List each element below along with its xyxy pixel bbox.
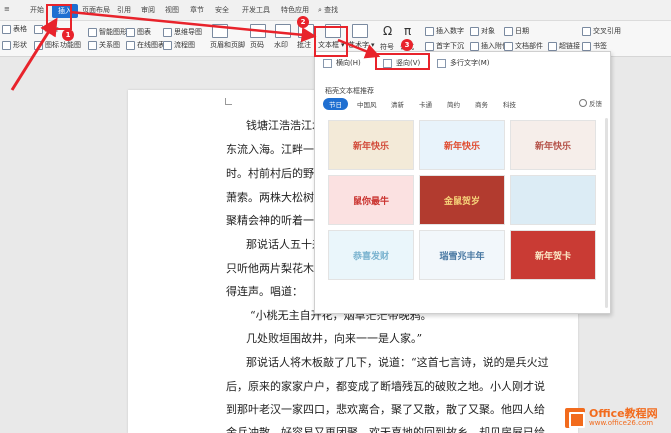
highlight-vertical-option [375, 53, 430, 70]
watermark-url: www.office26.com [589, 419, 654, 427]
site-watermark: Office教程网 www.office26.com [565, 402, 671, 433]
office-logo-icon [565, 407, 585, 428]
highlight-textbox-button [314, 26, 348, 57]
arrow-to-insert-tab [10, 17, 58, 91]
arrow-to-textbox [69, 10, 317, 43]
step-badge-2: 2 [297, 16, 309, 28]
annotation-arrows [10, 10, 381, 91]
highlight-insert-tab [46, 4, 72, 30]
step-badge-1: 1 [62, 29, 74, 41]
watermark-title: Office教程网 [589, 407, 658, 420]
step-badge-3: 3 [401, 39, 413, 51]
wps-writer-window: ≡ 开始 插入 页面布局 引用 审阅 视图 章节 安全 开发工具 特色应用 ⌕ … [0, 0, 671, 433]
